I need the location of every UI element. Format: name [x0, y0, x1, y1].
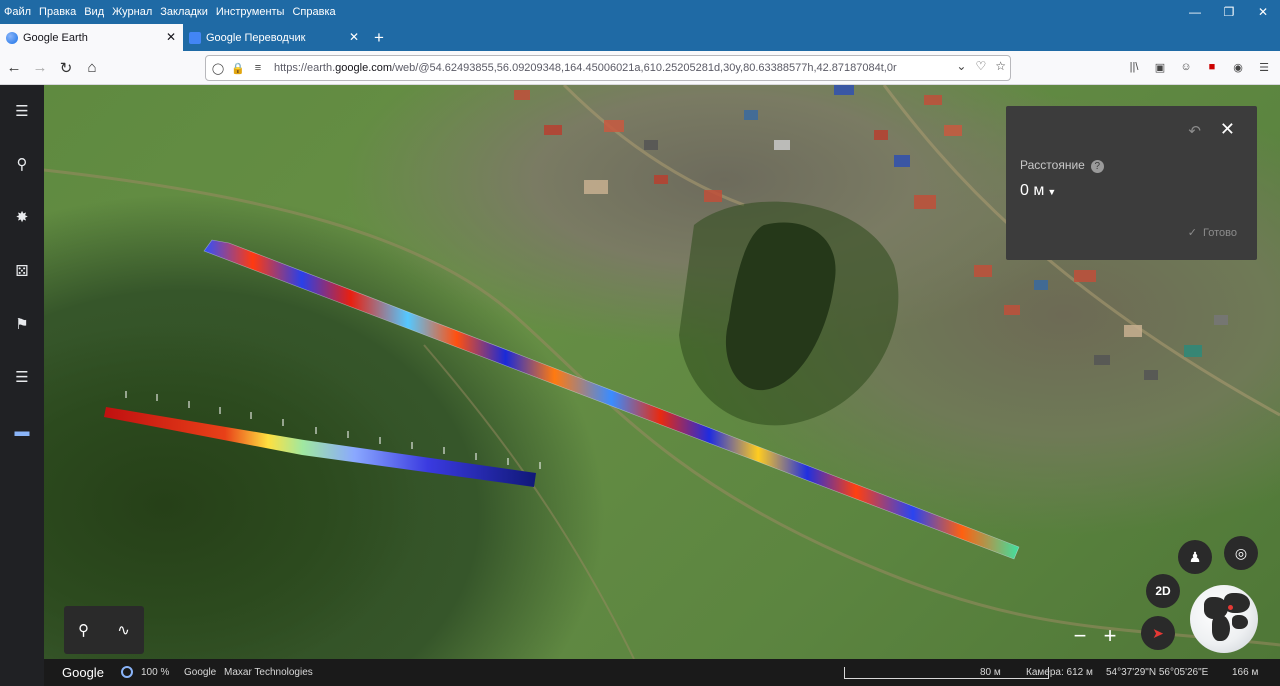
ublock-icon[interactable]: ■ [1202, 57, 1222, 77]
forward-icon[interactable]: → [27, 55, 53, 81]
maximize-button[interactable]: ❐ [1212, 0, 1246, 24]
app-menu-icon[interactable]: ☰ [1254, 57, 1274, 77]
menu-help[interactable]: Справка [288, 4, 339, 20]
pegman-icon: ♟ [1188, 548, 1202, 565]
back-icon[interactable]: ← [1, 55, 27, 81]
pocket-icon[interactable]: ♡ [975, 59, 986, 73]
menu-icon[interactable]: ☰ [0, 97, 44, 125]
sidebar-icon[interactable]: ▣ [1150, 57, 1170, 77]
zoom-controls: − + [1067, 620, 1123, 652]
close-window-button[interactable]: ✕ [1246, 0, 1280, 24]
measure-icon[interactable]: ▬ [0, 417, 44, 445]
load-percent: 100 % [141, 667, 170, 678]
menu-file[interactable]: Файл [0, 4, 35, 20]
url-prefix: https://earth. [274, 62, 336, 74]
tab-title: Google Earth [23, 31, 88, 44]
location-target-icon: ◎ [1234, 544, 1248, 561]
menu-edit[interactable]: Правка [35, 4, 80, 20]
voyager-icon[interactable]: ✸ [0, 203, 44, 231]
url-bar[interactable]: ◯ 🔒 ≡ https://earth.google.com/web/@54.6… [205, 55, 1011, 81]
loading-indicator-icon [121, 666, 133, 678]
zoom-out-button[interactable]: − [1067, 623, 1093, 649]
compass-icon: ➤ [1152, 624, 1164, 641]
draw-path-icon[interactable]: ∿ [117, 621, 130, 639]
google-logo: Google [62, 665, 104, 680]
projects-icon[interactable]: ⚑ [0, 310, 44, 338]
mini-globe[interactable] [1190, 585, 1258, 653]
title-bar: Файл Правка Вид Журнал Закладки Инструме… [0, 0, 1280, 24]
done-button[interactable]: ✓ Готово [1188, 226, 1237, 239]
tab-strip: Google Earth ✕ Google Переводчик ✕ + [0, 24, 1280, 51]
attribution-google[interactable]: Google [184, 667, 216, 678]
reload-icon[interactable]: ↻ [53, 55, 79, 81]
google-earth-icon [6, 31, 18, 44]
measure-distance-panel: ↶ ✕ Расстояние? 0 м ▼ ✓ Готово [1006, 106, 1257, 260]
distance-label-row: Расстояние? [1020, 158, 1104, 173]
new-tab-button[interactable]: + [366, 24, 392, 51]
menu-view[interactable]: Вид [80, 4, 108, 20]
help-icon[interactable]: ? [1090, 160, 1104, 173]
account-icon[interactable]: ☺ [1176, 57, 1196, 77]
close-tab-icon[interactable]: ✕ [349, 30, 359, 44]
close-tab-icon[interactable]: ✕ [166, 30, 176, 44]
my-location-button[interactable]: ◎ [1224, 536, 1258, 570]
library-icon[interactable]: ||\ [1124, 57, 1144, 77]
tab-google-translate[interactable]: Google Переводчик ✕ [183, 24, 366, 51]
check-icon: ✓ [1187, 227, 1197, 239]
status-bar: Google 100 % Google Maxar Technologies 8… [44, 659, 1280, 686]
lock-icon[interactable]: 🔒 [230, 62, 246, 75]
chevron-down-icon[interactable]: ⌄ [956, 59, 966, 73]
caret-down-icon: ▼ [1047, 187, 1057, 197]
zoom-in-button[interactable]: + [1097, 623, 1123, 649]
ground-elevation: 166 м [1232, 667, 1259, 678]
menu-tools[interactable]: Инструменты [212, 4, 289, 20]
map-style-icon[interactable]: ☰ [0, 363, 44, 391]
close-icon[interactable]: ✕ [1220, 119, 1235, 140]
color-strip [104, 407, 536, 487]
place-marker-icon[interactable]: ⚲ [78, 621, 89, 639]
home-icon[interactable]: ⌂ [79, 55, 105, 81]
measure-tools: ⚲ ∿ [64, 606, 144, 654]
menu-bookmarks[interactable]: Закладки [156, 4, 212, 20]
url-text: https://earth.google.com/web/@54.6249385… [274, 62, 914, 74]
distance-value-dropdown[interactable]: 0 м ▼ [1020, 182, 1056, 200]
camera-altitude: Камера: 612 м [1026, 667, 1093, 678]
search-icon[interactable]: ⚲ [0, 150, 44, 178]
scale-bar [844, 667, 1049, 679]
done-label: Готово [1203, 227, 1237, 239]
compass-button[interactable]: ➤ [1141, 616, 1175, 650]
undo-icon[interactable]: ↶ [1188, 122, 1201, 140]
bookmark-star-icon[interactable]: ☆ [995, 59, 1006, 73]
distance-value: 0 м [1020, 182, 1045, 199]
pegman-button[interactable]: ♟ [1178, 540, 1212, 574]
menu-bar: Файл Правка Вид Журнал Закладки Инструме… [0, 0, 340, 24]
feeling-lucky-icon[interactable]: ⚄ [0, 257, 44, 285]
scale-label: 80 м [980, 667, 1001, 678]
earth-sidebar: ☰ ⚲ ✸ ⚄ ⚑ ☰ ▬ [0, 85, 44, 686]
minimize-button[interactable]: — [1178, 0, 1212, 24]
attribution-maxar[interactable]: Maxar Technologies [224, 667, 313, 678]
url-rest: /web/@54.62493855,56.09209348,164.450060… [392, 62, 897, 74]
distance-label: Расстояние [1020, 158, 1085, 172]
google-translate-icon [189, 31, 201, 44]
earth-map-view[interactable]: ↶ ✕ Расстояние? 0 м ▼ ✓ Готово ⚲ ∿ ♟ ◎ 2D… [44, 85, 1280, 659]
cursor-coordinates: 54°37'29"N 56°05'26"E [1106, 667, 1209, 678]
menu-history[interactable]: Журнал [108, 4, 156, 20]
shield-icon[interactable]: ◯ [210, 62, 226, 75]
url-domain: google.com [335, 62, 393, 74]
navigation-bar: ← → ↻ ⌂ ◯ 🔒 ≡ https://earth.google.com/w… [0, 51, 1280, 85]
permissions-icon[interactable]: ≡ [250, 62, 266, 74]
toggle-2d-button[interactable]: 2D [1146, 574, 1180, 608]
tab-google-earth[interactable]: Google Earth ✕ [0, 24, 183, 51]
extension-globe-icon[interactable]: ◉ [1228, 57, 1248, 77]
tab-title: Google Переводчик [206, 31, 306, 44]
